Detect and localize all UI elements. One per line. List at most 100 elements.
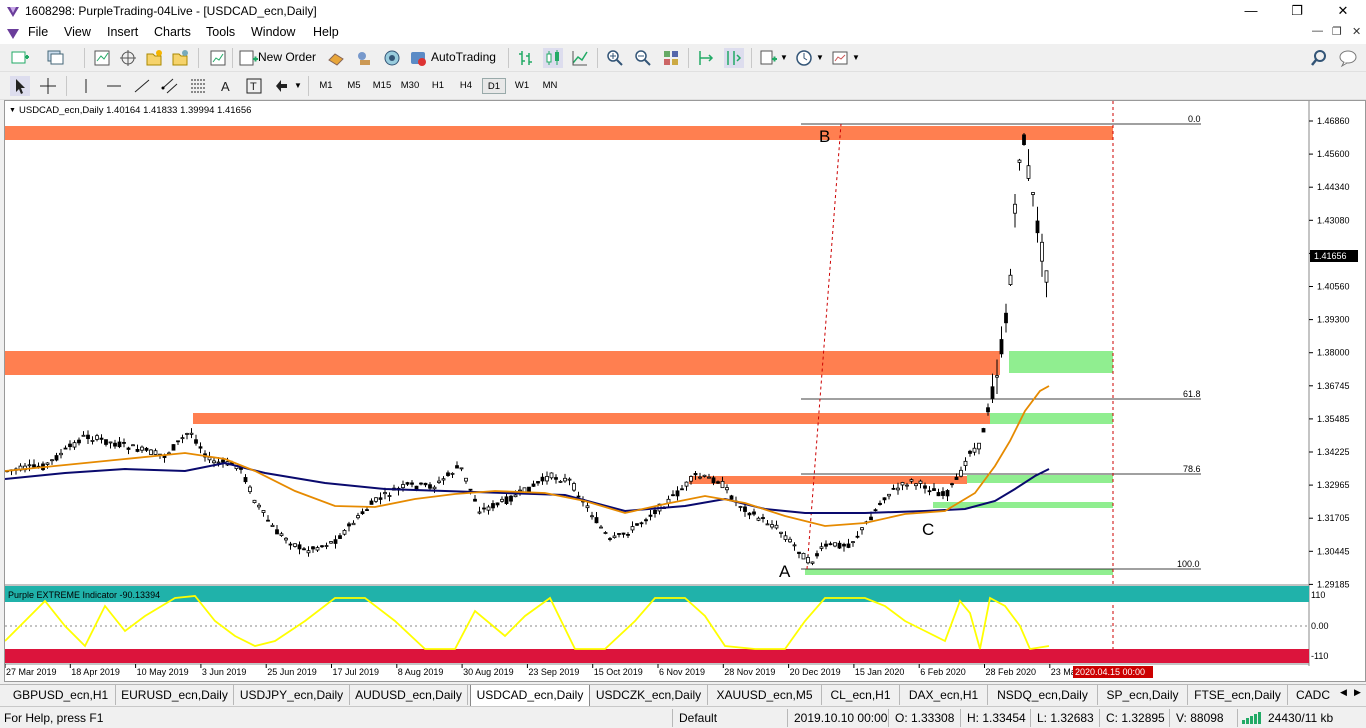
close-button[interactable]: ✕ [1320, 0, 1366, 22]
indicators-dropdown-icon[interactable]: ▼ [780, 53, 788, 62]
timeframe-m30[interactable]: M30 [398, 78, 422, 94]
autotrading-button[interactable]: AutoTrading [431, 50, 496, 64]
data-window-icon[interactable] [118, 48, 138, 68]
candle-body [797, 551, 801, 554]
new-order-icon[interactable] [238, 48, 258, 68]
tab-usdjpy[interactable]: USDJPY_ecn,Daily [234, 685, 350, 705]
child-minimize-button[interactable]: — [1312, 25, 1323, 37]
auto-scroll-icon[interactable] [696, 48, 716, 68]
zoom-out-icon[interactable] [633, 48, 653, 68]
periodicity-icon[interactable] [794, 48, 814, 68]
timeframe-d1[interactable]: D1 [482, 78, 506, 94]
timeframe-h1[interactable]: H1 [426, 78, 450, 94]
child-restore-button[interactable]: ❐ [1332, 25, 1342, 38]
tab-nsdq[interactable]: NSDQ_ecn,Daily [988, 685, 1098, 705]
equidistant-channel-icon[interactable] [160, 76, 180, 96]
tab-cadc[interactable]: CADC [1288, 685, 1338, 705]
candle-body [819, 546, 824, 549]
navigator-icon[interactable] [144, 48, 164, 68]
tab-ftse[interactable]: FTSE_ecn,Daily [1188, 685, 1288, 705]
tile-windows-icon[interactable] [661, 48, 681, 68]
candlestick-icon[interactable] [543, 48, 563, 68]
timeframe-w1[interactable]: W1 [510, 78, 534, 94]
chart-window[interactable]: 0.0 61.8 78.6 100.0 B A C ▼ USDCAD_ecn,D… [4, 100, 1366, 682]
status-separator [1099, 709, 1100, 727]
price-chart[interactable]: 0.0 61.8 78.6 100.0 B A C ▼ USDCAD_ecn,D… [4, 101, 1365, 681]
line-chart-icon[interactable] [570, 48, 590, 68]
chart-shift-icon[interactable] [724, 48, 744, 68]
arrows-dropdown-icon[interactable]: ▼ [294, 81, 302, 90]
candle-body [891, 487, 896, 490]
chart-menu-icon[interactable]: ▼ [9, 107, 16, 114]
text-icon[interactable]: A [216, 76, 236, 96]
terminal-icon[interactable] [170, 48, 190, 68]
wave-label-b: B [819, 127, 830, 146]
tab-sp[interactable]: SP_ecn,Daily [1098, 685, 1188, 705]
market-watch-icon[interactable] [92, 48, 112, 68]
menu-window[interactable]: Window [251, 25, 295, 39]
candle-body [707, 476, 711, 479]
indicators-icon[interactable] [758, 48, 778, 68]
timeframe-m5[interactable]: M5 [342, 78, 366, 94]
menu-file[interactable]: File [28, 25, 48, 39]
child-close-button[interactable]: ✕ [1352, 25, 1361, 38]
horizontal-line-icon[interactable] [104, 76, 124, 96]
menu-charts[interactable]: Charts [154, 25, 191, 39]
chart-window-icon[interactable] [6, 26, 20, 40]
experts-icon[interactable] [326, 48, 346, 68]
crosshair-icon[interactable] [38, 76, 58, 96]
candle-body [72, 442, 77, 448]
menu-insert[interactable]: Insert [107, 25, 138, 39]
wave-label-a: A [779, 562, 791, 581]
current-price-label: 1.41656 [1314, 251, 1347, 261]
candle-body [1035, 220, 1040, 234]
tab-scroll-left-icon[interactable]: ◀ [1340, 687, 1347, 698]
connection-status-icon[interactable] [1242, 712, 1264, 724]
new-order-button[interactable]: New Order [258, 50, 316, 64]
timeframe-m15[interactable]: M15 [370, 78, 394, 94]
timeframe-m1[interactable]: M1 [314, 78, 338, 94]
profiles-icon[interactable] [46, 48, 66, 68]
templates-dropdown-icon[interactable]: ▼ [852, 53, 860, 62]
tab-audusd[interactable]: AUDUSD_ecn,Daily [350, 685, 468, 705]
maximize-button[interactable]: ❐ [1274, 0, 1320, 22]
indicator-tick-110: 110 [1311, 590, 1325, 600]
candle-body [95, 435, 99, 440]
arrows-icon[interactable] [272, 76, 292, 96]
candle-body [684, 481, 689, 487]
bar-chart-icon[interactable] [516, 48, 536, 68]
timeframe-h4[interactable]: H4 [454, 78, 478, 94]
tab-usdcad[interactable]: USDCAD_ecn,Daily [470, 685, 590, 707]
date-tick-label: 15 Oct 2019 [594, 667, 643, 677]
trendline-icon[interactable] [132, 76, 152, 96]
strategy-tester-icon[interactable] [208, 48, 228, 68]
tab-xauusd[interactable]: XAUUSD_ecn,M5 [708, 685, 822, 705]
menu-tools[interactable]: Tools [206, 25, 235, 39]
search-icon[interactable] [1309, 48, 1329, 68]
periodicity-dropdown-icon[interactable]: ▼ [816, 53, 824, 62]
candle-body [54, 455, 59, 461]
zoom-in-icon[interactable] [605, 48, 625, 68]
tab-usdczk[interactable]: USDCZK_ecn,Daily [590, 685, 708, 705]
tab-cl[interactable]: CL_ecn,H1 [822, 685, 900, 705]
minimize-button[interactable]: — [1228, 0, 1274, 22]
new-chart-icon[interactable] [10, 48, 30, 68]
menu-view[interactable]: View [64, 25, 91, 39]
fibonacci-icon[interactable] [188, 76, 208, 96]
signals-icon[interactable] [354, 48, 374, 68]
autotrading-icon[interactable] [408, 48, 428, 68]
tab-eurusd[interactable]: EURUSD_ecn,Daily [116, 685, 234, 705]
tab-gbpusd[interactable]: GBPUSD_ecn,H1 [6, 685, 116, 705]
templates-icon[interactable] [830, 48, 850, 68]
chat-icon[interactable] [1338, 48, 1358, 68]
tab-dax[interactable]: DAX_ecn,H1 [900, 685, 988, 705]
vertical-line-icon[interactable] [76, 76, 96, 96]
candle-body [189, 432, 194, 435]
timeframe-mn[interactable]: MN [538, 78, 562, 94]
cursor-icon[interactable] [10, 76, 30, 96]
toolbar-separator [508, 48, 509, 68]
tab-scroll-right-icon[interactable]: ▶ [1354, 687, 1361, 698]
menu-help[interactable]: Help [313, 25, 339, 39]
market-icon[interactable] [382, 48, 402, 68]
text-label-icon[interactable]: T [244, 76, 264, 96]
